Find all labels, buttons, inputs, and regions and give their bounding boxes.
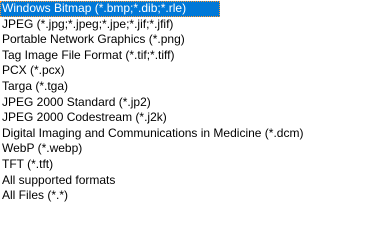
list-item-all-supported[interactable]: All supported formats bbox=[0, 173, 386, 189]
list-item-tiff[interactable]: Tag Image File Format (*.tif;*.tiff) bbox=[0, 48, 386, 64]
list-item-all-files[interactable]: All Files (*.*) bbox=[0, 188, 386, 204]
list-item-pcx[interactable]: PCX (*.pcx) bbox=[0, 63, 386, 79]
list-item-jpeg2000-standard[interactable]: JPEG 2000 Standard (*.jp2) bbox=[0, 95, 386, 111]
list-item-png[interactable]: Portable Network Graphics (*.png) bbox=[0, 32, 386, 48]
list-item-webp[interactable]: WebP (*.webp) bbox=[0, 141, 386, 157]
list-item-windows-bitmap[interactable]: Windows Bitmap (*.bmp;*.dib;*.rle) bbox=[0, 1, 220, 17]
file-type-dropdown-list[interactable]: Windows Bitmap (*.bmp;*.dib;*.rle) JPEG … bbox=[0, 0, 386, 251]
list-item-dicom[interactable]: Digital Imaging and Communications in Me… bbox=[0, 126, 386, 142]
list-item-tft[interactable]: TFT (*.tft) bbox=[0, 157, 386, 173]
list-item-jpeg[interactable]: JPEG (*.jpg;*.jpeg;*.jpe;*.jif;*.jfif) bbox=[0, 17, 386, 33]
list-item-jpeg2000-codestream[interactable]: JPEG 2000 Codestream (*.j2k) bbox=[0, 110, 386, 126]
list-item-targa[interactable]: Targa (*.tga) bbox=[0, 79, 386, 95]
